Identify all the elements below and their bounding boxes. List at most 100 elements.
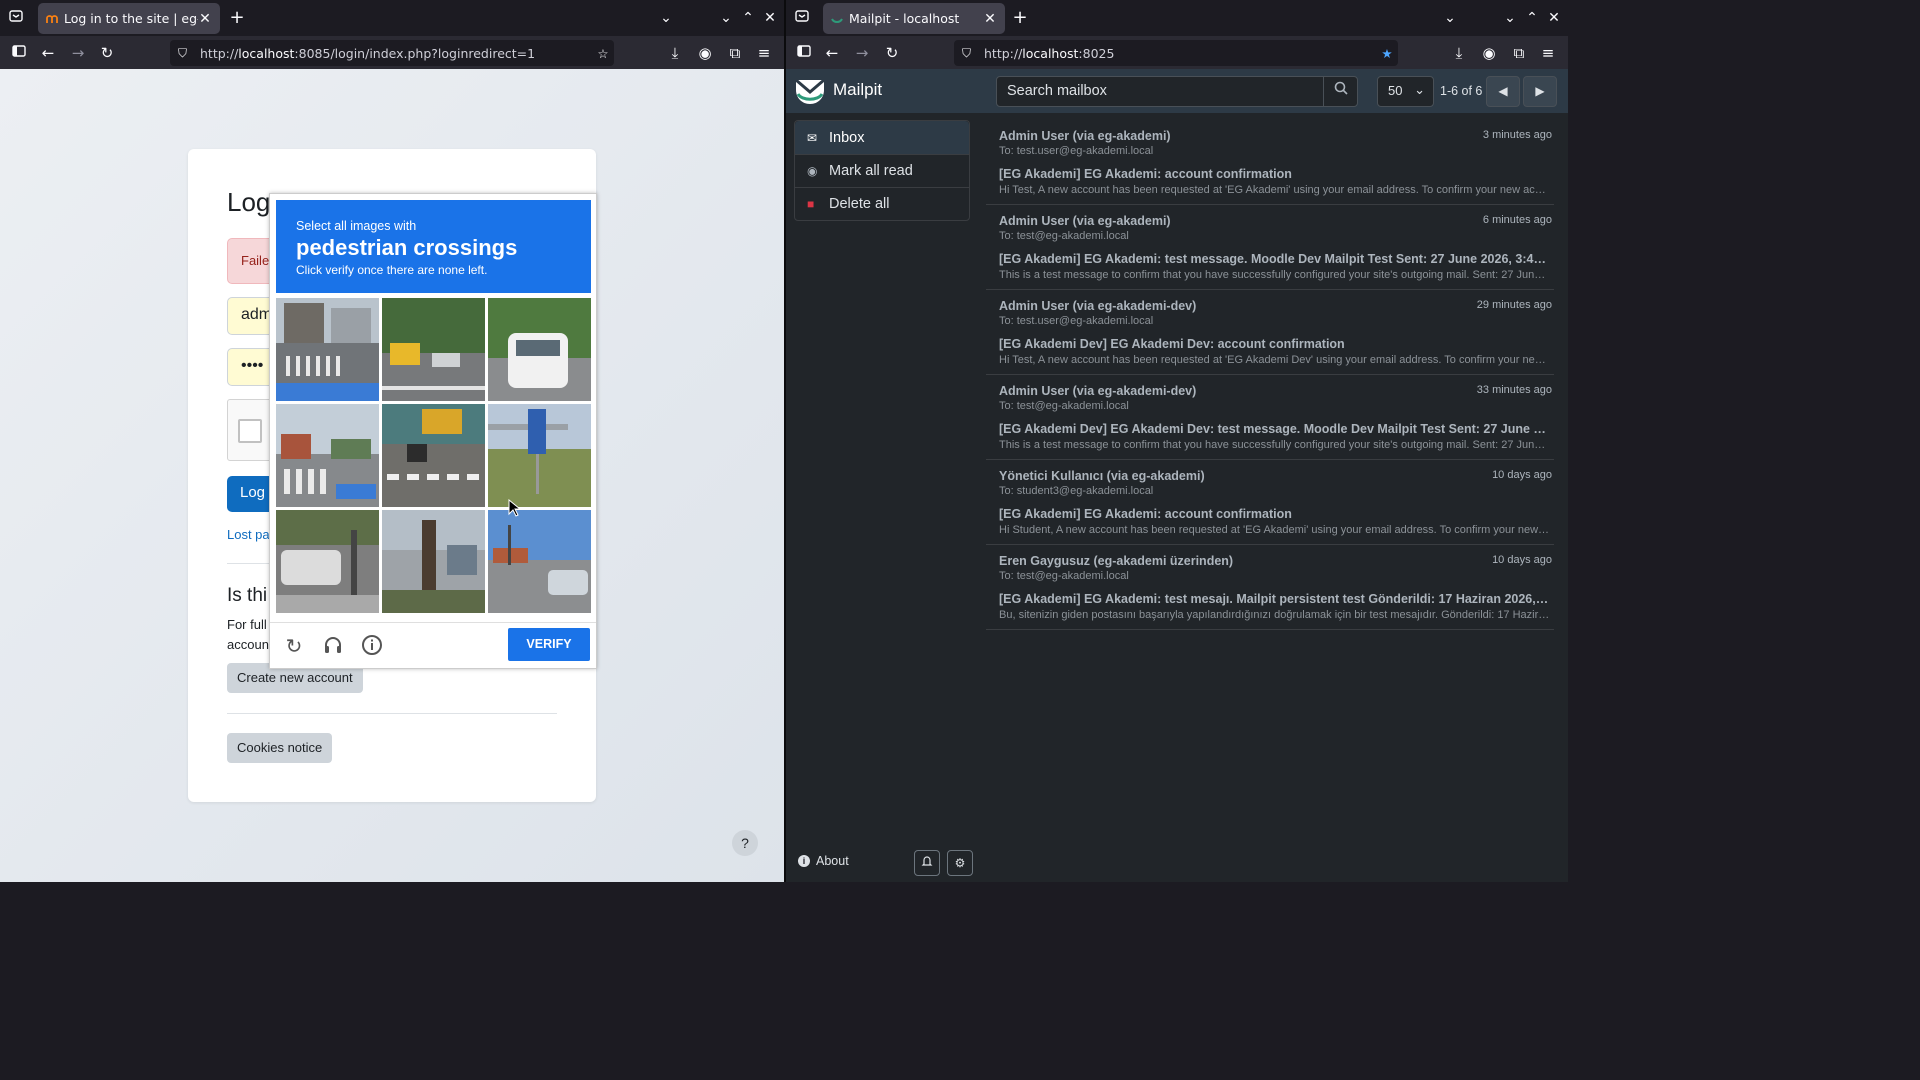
message-to: To: test.user@eg-akademi.local bbox=[999, 145, 1154, 157]
tab-login[interactable]: Log in to the site | eg-aka ✕ bbox=[38, 3, 220, 34]
forward-icon[interactable]: → bbox=[852, 43, 872, 63]
desktop-background bbox=[0, 882, 1920, 1080]
tab-bar: Log in to the site | eg-aka ✕ + ⌄ ⌄ ⌃ ✕ bbox=[0, 0, 784, 36]
message-from: Yönetici Kullanıcı (via eg-akademi) bbox=[999, 469, 1205, 483]
search-input[interactable]: Search mailbox bbox=[996, 76, 1324, 107]
message-time: 10 days ago bbox=[1492, 469, 1552, 481]
info-icon[interactable] bbox=[360, 634, 384, 658]
captcha-tile[interactable] bbox=[382, 510, 485, 613]
minimize-icon[interactable]: ⌄ bbox=[1500, 8, 1520, 28]
message-row[interactable]: Admin User (via eg-akademi) 3 minutes ag… bbox=[986, 120, 1554, 205]
menu-icon[interactable]: ≡ bbox=[1538, 43, 1558, 63]
url-host: localhost bbox=[1022, 45, 1079, 61]
cookies-notice-button[interactable]: Cookies notice bbox=[227, 733, 333, 763]
minimize-icon[interactable]: ⌄ bbox=[716, 8, 736, 28]
message-to: To: test@eg-akademi.local bbox=[999, 400, 1129, 412]
downloads-icon[interactable]: ⤓ bbox=[1449, 43, 1469, 63]
menu-icon[interactable]: ≡ bbox=[754, 43, 774, 63]
settings-gear-icon[interactable]: ⚙ bbox=[947, 850, 973, 876]
site-info-icon[interactable]: ⛉ bbox=[178, 46, 194, 61]
url-bar[interactable]: ⛉ http://localhost:8025 ★ bbox=[954, 40, 1398, 66]
account-icon[interactable]: ◉ bbox=[1479, 43, 1499, 63]
extensions-icon[interactable]: ⧉ bbox=[1509, 43, 1529, 63]
audio-challenge-icon[interactable] bbox=[321, 634, 345, 658]
verify-button[interactable]: VERIFY bbox=[508, 628, 590, 661]
back-icon[interactable]: ← bbox=[822, 43, 842, 63]
message-row[interactable]: Admin User (via eg-akademi-dev) 33 minut… bbox=[986, 375, 1554, 460]
message-to: To: student3@eg-akademi.local bbox=[999, 485, 1154, 497]
envelope-icon: ✉ bbox=[807, 130, 818, 145]
sidebar-item-inbox[interactable]: ✉ Inbox bbox=[795, 121, 969, 154]
reload-icon[interactable]: ↻ bbox=[882, 43, 902, 63]
new-tab-icon[interactable]: + bbox=[1010, 8, 1030, 28]
message-row[interactable]: Admin User (via eg-akademi) 6 minutes ag… bbox=[986, 205, 1554, 290]
reload-challenge-icon[interactable]: ↻ bbox=[282, 634, 306, 658]
sidebar-item-mark-all-read[interactable]: ◉ Mark all read bbox=[795, 154, 969, 187]
captcha-tile[interactable] bbox=[382, 298, 485, 401]
forward-icon[interactable]: → bbox=[68, 43, 88, 63]
next-page-button[interactable]: ▶ bbox=[1523, 76, 1557, 107]
message-snippet: This is a test message to confirm that y… bbox=[999, 439, 1551, 451]
tab-mailpit[interactable]: Mailpit - localhost ✕ bbox=[823, 3, 1005, 34]
reload-icon[interactable]: ↻ bbox=[97, 43, 117, 63]
captcha-header: Select all images with pedestrian crossi… bbox=[276, 200, 591, 293]
browser-window-left: Log in to the site | eg-aka ✕ + ⌄ ⌄ ⌃ ✕ … bbox=[0, 0, 784, 882]
sidebar-item-delete-all[interactable]: ■ Delete all bbox=[795, 187, 969, 220]
tab-overflow-chevron-icon[interactable]: ⌄ bbox=[656, 8, 676, 28]
sidebar-item-label: Mark all read bbox=[829, 163, 913, 179]
mailpit-logo-icon[interactable] bbox=[794, 76, 826, 106]
tab-list-icon[interactable] bbox=[792, 8, 812, 28]
message-snippet: Hi Test, A new account has been requeste… bbox=[999, 184, 1551, 196]
downloads-icon[interactable]: ⤓ bbox=[665, 43, 685, 63]
about-link[interactable]: i About bbox=[798, 854, 849, 868]
sidebar-toggle-icon[interactable] bbox=[794, 43, 814, 63]
site-info-icon[interactable]: ⛉ bbox=[962, 46, 978, 61]
message-subject: [EG Akademi Dev] EG Akademi Dev: test me… bbox=[999, 422, 1551, 436]
sidebar-toggle-icon[interactable] bbox=[9, 43, 29, 63]
search-icon[interactable] bbox=[1323, 76, 1358, 107]
new-tab-icon[interactable]: + bbox=[227, 8, 247, 28]
maximize-icon[interactable]: ⌃ bbox=[738, 8, 758, 28]
message-row[interactable]: Admin User (via eg-akademi-dev) 29 minut… bbox=[986, 290, 1554, 375]
tab-close-icon[interactable]: ✕ bbox=[983, 11, 997, 27]
captcha-tile[interactable] bbox=[276, 298, 379, 401]
captcha-tile[interactable] bbox=[276, 510, 379, 613]
message-row[interactable]: Yönetici Kullanıcı (via eg-akademi) 10 d… bbox=[986, 460, 1554, 545]
bookmark-star-icon[interactable]: ☆ bbox=[592, 46, 614, 61]
url-path: :8085/login/index.php?loginredirect=1 bbox=[294, 45, 536, 61]
close-window-icon[interactable]: ✕ bbox=[760, 8, 780, 28]
extensions-icon[interactable]: ⧉ bbox=[725, 43, 745, 63]
back-icon[interactable]: ← bbox=[38, 43, 58, 63]
captcha-tile[interactable] bbox=[488, 298, 591, 401]
captcha-tile[interactable] bbox=[488, 510, 591, 613]
recaptcha-challenge: Select all images with pedestrian crossi… bbox=[269, 193, 597, 669]
maximize-icon[interactable]: ⌃ bbox=[1522, 8, 1542, 28]
tab-close-icon[interactable]: ✕ bbox=[198, 11, 212, 27]
mailpit-title[interactable]: Mailpit bbox=[833, 80, 882, 100]
message-row[interactable]: Eren Gaygusuz (eg-akademi üzerinden) 10 … bbox=[986, 545, 1554, 630]
help-button[interactable]: ? bbox=[732, 830, 758, 856]
message-snippet: This is a test message to confirm that y… bbox=[999, 269, 1551, 281]
tab-overflow-chevron-icon[interactable]: ⌄ bbox=[1440, 8, 1460, 28]
captcha-tile[interactable] bbox=[276, 404, 379, 507]
message-snippet: Hi Test, A new account has been requeste… bbox=[999, 354, 1551, 366]
captcha-tile[interactable] bbox=[382, 404, 485, 507]
per-page-select[interactable]: 50 ⌄ bbox=[1377, 76, 1434, 107]
notifications-bell-icon[interactable] bbox=[914, 850, 940, 876]
trash-icon: ■ bbox=[807, 197, 815, 211]
account-icon[interactable]: ◉ bbox=[695, 43, 715, 63]
url-bar[interactable]: ⛉ http://localhost:8085/login/index.php?… bbox=[170, 40, 614, 66]
captcha-instruction: Select all images with bbox=[296, 219, 417, 233]
url-prefix: http:// bbox=[984, 45, 1023, 61]
prev-page-button[interactable]: ◀ bbox=[1486, 76, 1520, 107]
message-time: 3 minutes ago bbox=[1482, 129, 1552, 141]
close-window-icon[interactable]: ✕ bbox=[1544, 8, 1564, 28]
message-subject: [EG Akademi] EG Akademi: account confirm… bbox=[999, 167, 1292, 181]
bookmark-star-icon[interactable]: ★ bbox=[1376, 46, 1398, 61]
message-subject: [EG Akademi] EG Akademi: test mesajı. Ma… bbox=[999, 592, 1551, 606]
captcha-tile[interactable] bbox=[488, 404, 591, 507]
tab-list-icon[interactable] bbox=[6, 8, 26, 28]
message-from: Admin User (via eg-akademi-dev) bbox=[999, 299, 1197, 313]
recaptcha-checkbox[interactable] bbox=[238, 419, 262, 443]
message-to: To: test@eg-akademi.local bbox=[999, 230, 1129, 242]
